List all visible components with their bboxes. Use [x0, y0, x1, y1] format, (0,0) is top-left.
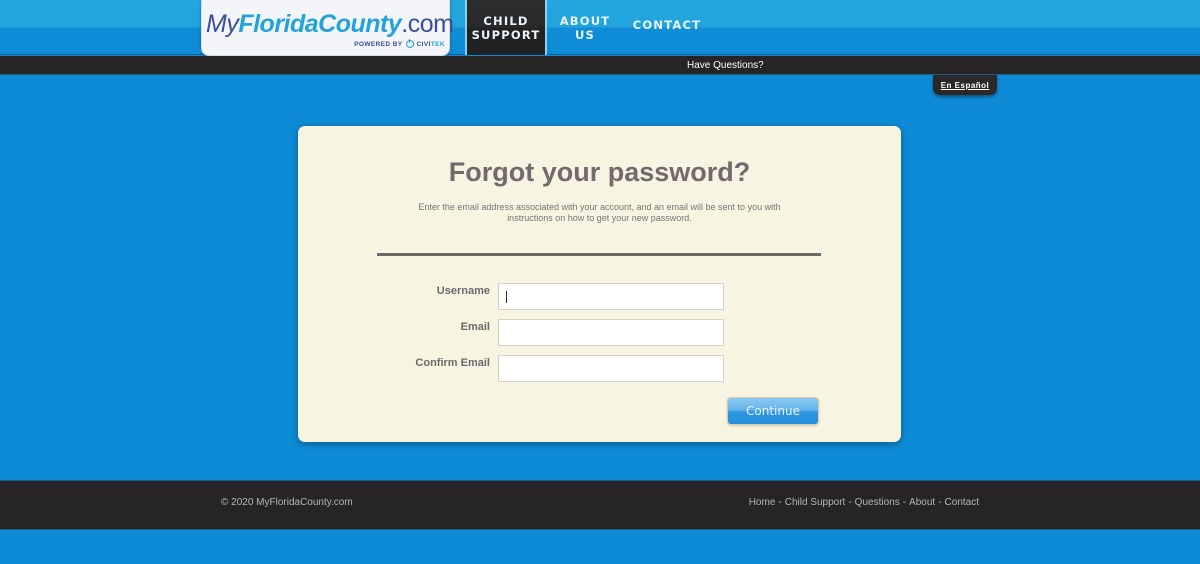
text-cursor: [506, 291, 507, 303]
copyright-text: © 2020 MyFloridaCounty.com: [221, 497, 353, 508]
have-questions-text[interactable]: Have Questions?: [687, 60, 764, 71]
footer-separator: -: [938, 497, 942, 508]
questions-bar: Have Questions?: [0, 56, 1200, 75]
footer-separator: -: [902, 497, 907, 508]
footer-link-about[interactable]: About: [909, 497, 935, 508]
site-header: MyFloridaCounty.com POWERED BY CIVITEK C…: [0, 0, 1200, 56]
nav-child-support[interactable]: Child Support: [465, 0, 547, 55]
confirm-email-label: Confirm Email: [415, 357, 490, 369]
footer-link-contact[interactable]: Contact: [945, 497, 979, 508]
language-tab: En Español: [933, 75, 997, 95]
username-input[interactable]: [498, 283, 724, 310]
main-nav: Child Support About Us Contact: [465, 0, 711, 55]
nav-about-us[interactable]: About Us: [547, 0, 623, 55]
footer-separator: -: [778, 497, 782, 508]
email-label: Email: [460, 321, 490, 333]
continue-button[interactable]: Continue: [727, 397, 819, 425]
powered-by: POWERED BY CIVITEK: [354, 39, 445, 48]
footer-separator: -: [848, 497, 852, 508]
nav-contact[interactable]: Contact: [623, 0, 711, 55]
civitek-power-icon: [405, 39, 414, 48]
confirm-email-input[interactable]: [498, 355, 724, 382]
page-title: Forgot your password?: [448, 157, 751, 187]
email-input[interactable]: [498, 319, 724, 346]
espanol-link[interactable]: En Español: [941, 81, 990, 90]
site-footer: © 2020 MyFloridaCounty.com Home - Child …: [0, 480, 1200, 530]
footer-links: Home - Child Support - Questions - About…: [749, 497, 979, 508]
username-label: Username: [436, 285, 490, 297]
divider: [377, 253, 821, 256]
forgot-password-card: Forgot your password? Enter the email ad…: [298, 126, 901, 442]
footer-link-questions[interactable]: Questions: [855, 497, 900, 508]
footer-link-home[interactable]: Home: [749, 497, 776, 508]
logo-wordmark: MyFloridaCounty.com: [206, 10, 454, 38]
footer-link-child-support[interactable]: Child Support: [785, 497, 846, 508]
site-logo[interactable]: MyFloridaCounty.com POWERED BY CIVITEK: [201, 0, 454, 56]
form-description: Enter the email address associated with …: [418, 202, 781, 223]
